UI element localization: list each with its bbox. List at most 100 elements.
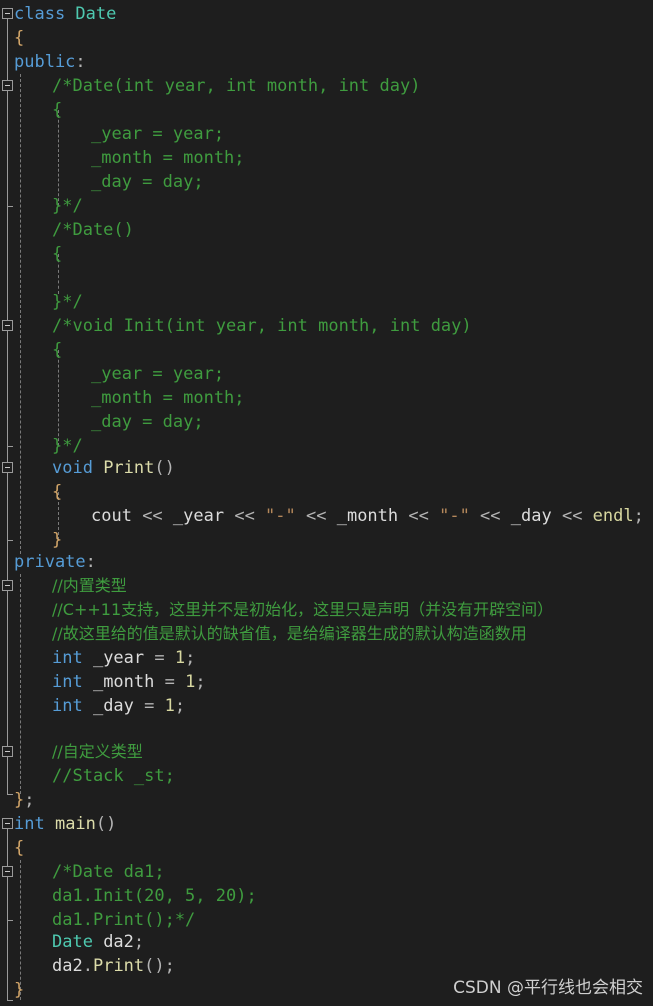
code-line[interactable]: { <box>0 836 24 860</box>
code-token: /*Date da1; <box>52 862 165 882</box>
code-token: << <box>131 506 173 526</box>
code-line[interactable]: { <box>0 480 62 504</box>
code-token: () <box>95 814 117 834</box>
code-line[interactable] <box>0 718 52 742</box>
code-editor[interactable]: class Date{public:/*Date(int year, int m… <box>0 0 653 1006</box>
code-line[interactable]: /*Date(int year, int month, int day) <box>0 74 420 98</box>
code-token: _day = day; <box>91 412 204 432</box>
code-line[interactable]: { <box>0 338 62 362</box>
code-token: << <box>551 506 593 526</box>
code-token: Print <box>103 458 155 478</box>
code-token: _month <box>82 672 165 692</box>
code-token: public <box>14 52 76 72</box>
code-token: private <box>14 552 86 572</box>
code-token: } <box>52 530 63 550</box>
code-token: da2 <box>52 956 83 976</box>
code-token: _year <box>82 648 155 668</box>
code-token: }*/ <box>52 196 83 216</box>
code-line[interactable]: /*Date da1; <box>0 860 165 884</box>
code-line[interactable]: da2.Print(); <box>0 954 175 978</box>
code-token: int <box>52 696 83 716</box>
code-line[interactable]: void Print() <box>0 456 175 480</box>
code-line[interactable]: da1.Print();*/ <box>0 908 195 932</box>
code-line[interactable]: }*/ <box>0 290 83 314</box>
code-line[interactable]: } <box>0 978 24 1002</box>
code-token: _month <box>336 506 399 526</box>
code-line[interactable]: //Stack _st; <box>0 764 175 788</box>
code-token: "-" <box>265 506 296 526</box>
code-line[interactable]: int _year = 1; <box>0 646 195 670</box>
code-line[interactable]: //内置类型 <box>0 574 127 598</box>
code-line[interactable]: Date da2; <box>0 930 144 954</box>
code-token: endl <box>592 506 634 526</box>
code-token: _year = year; <box>91 364 225 384</box>
code-token: Date <box>75 4 117 24</box>
code-token: . <box>82 956 93 976</box>
code-token: Print <box>92 956 145 976</box>
code-token: }*/ <box>52 292 83 312</box>
code-token: { <box>52 340 63 360</box>
code-token: ; <box>164 956 175 976</box>
code-token: { <box>52 100 63 120</box>
code-line[interactable]: //故这里给的值是默认的缺省值，是给编译器生成的默认构造函数用 <box>0 622 527 646</box>
code-token: _day = day; <box>91 172 204 192</box>
code-token: () <box>154 458 175 478</box>
code-line[interactable]: /*void Init(int year, int month, int day… <box>0 314 472 338</box>
code-token: da1.Init(20, 5, 20); <box>52 886 257 906</box>
code-line[interactable]: }*/ <box>0 434 83 458</box>
code-line[interactable]: int _month = 1; <box>0 670 206 694</box>
code-token: } <box>14 790 25 810</box>
code-line[interactable]: } <box>0 528 62 552</box>
code-line[interactable]: private: <box>0 550 96 574</box>
code-token: main <box>54 814 96 834</box>
code-token: = <box>144 696 165 716</box>
code-token: _day <box>510 506 552 526</box>
code-line[interactable]: _month = month; <box>0 146 245 170</box>
code-line[interactable]: da1.Init(20, 5, 20); <box>0 884 257 908</box>
code-token: << <box>469 506 511 526</box>
code-token: << <box>224 506 266 526</box>
code-line[interactable]: _year = year; <box>0 122 224 146</box>
code-line[interactable]: }; <box>0 788 35 812</box>
code-token: { <box>14 28 25 48</box>
code-line[interactable]: _year = year; <box>0 362 224 386</box>
code-token: << <box>398 506 440 526</box>
code-line[interactable]: class Date <box>0 2 116 26</box>
code-token: Date <box>52 932 93 952</box>
code-token: << <box>295 506 337 526</box>
code-token: : <box>85 552 96 572</box>
code-token: ; <box>24 790 35 810</box>
code-token: cout <box>91 506 132 526</box>
code-line[interactable]: //C++11支持，这里并不是初始化，这里只是声明（并没有开辟空间） <box>0 598 553 622</box>
code-line[interactable]: { <box>0 242 62 266</box>
code-line[interactable]: { <box>0 98 62 122</box>
code-token: ; <box>133 932 145 952</box>
code-token: da2 <box>92 932 134 952</box>
code-token: ; <box>174 696 186 716</box>
code-line[interactable]: }*/ <box>0 194 83 218</box>
code-line[interactable]: _day = day; <box>0 410 204 434</box>
code-token: 1 <box>185 672 196 692</box>
code-token: ; <box>633 506 644 526</box>
code-line[interactable]: int _day = 1; <box>0 694 185 718</box>
code-line[interactable]: _month = month; <box>0 386 245 410</box>
code-token: { <box>52 482 63 502</box>
code-line[interactable]: { <box>0 26 24 50</box>
code-token: da1.Print();*/ <box>52 910 196 930</box>
code-token: 1 <box>174 648 186 668</box>
code-line[interactable]: cout << _year << "-" << _month << "-" <<… <box>0 504 644 528</box>
csdn-watermark: CSDN @平行线也会相交 <box>453 978 643 998</box>
code-token: void <box>52 458 104 478</box>
code-line[interactable]: //自定义类型 <box>0 740 143 764</box>
code-line[interactable]: _day = day; <box>0 170 204 194</box>
code-line[interactable] <box>0 266 91 290</box>
code-token: }*/ <box>52 436 83 456</box>
code-line[interactable]: int main() <box>0 812 116 836</box>
code-token: ; <box>185 648 196 668</box>
code-token: _month = month; <box>91 388 245 408</box>
code-token: _month = month; <box>91 148 245 168</box>
code-token: int <box>14 814 55 834</box>
code-token: "-" <box>439 506 470 526</box>
code-line[interactable]: public: <box>0 50 86 74</box>
code-line[interactable]: /*Date() <box>0 218 134 242</box>
